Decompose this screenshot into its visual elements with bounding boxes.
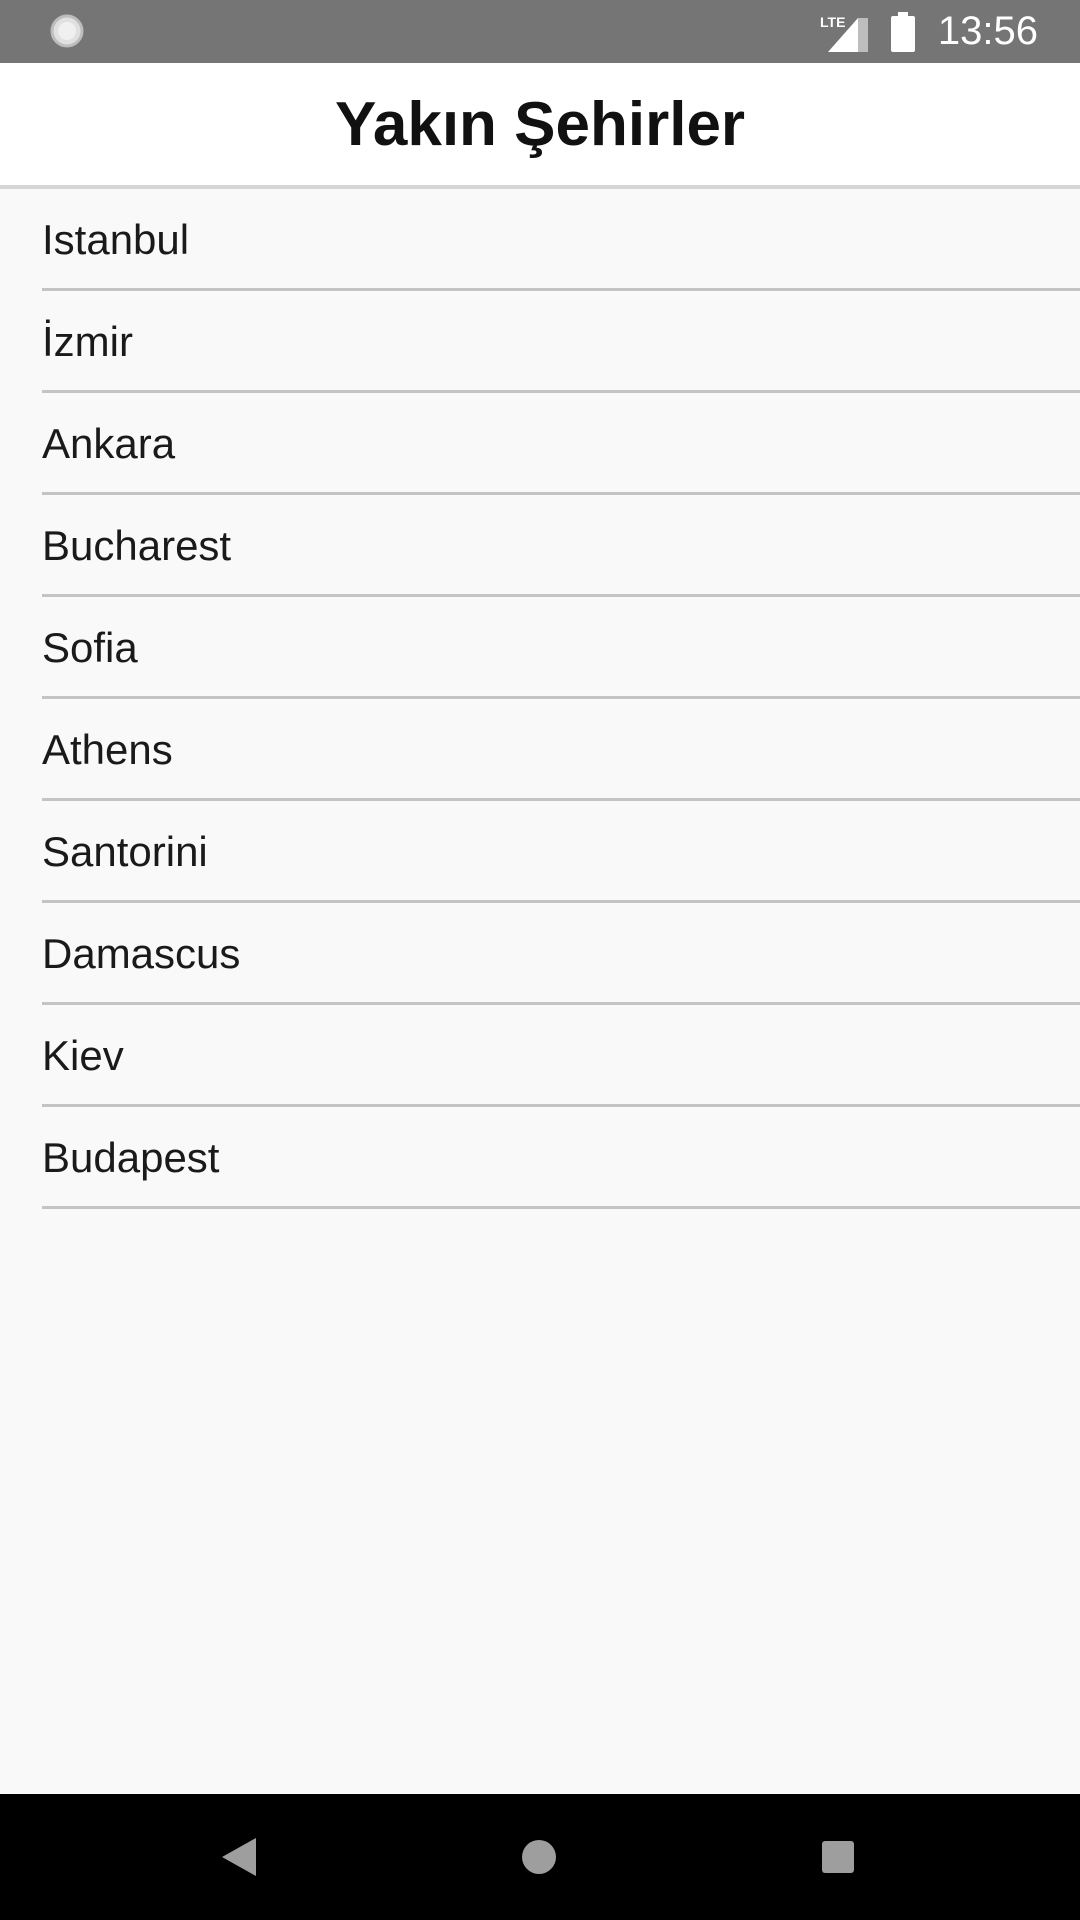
city-label: İzmir: [42, 317, 133, 365]
home-circle-icon[interactable]: [522, 1840, 556, 1874]
city-list: Istanbul İzmir Ankara Bucharest Sofia At…: [0, 189, 1080, 1209]
list-item-city[interactable]: Santorini: [42, 801, 1080, 903]
list-item-city[interactable]: Istanbul: [42, 189, 1080, 291]
loading-circle-icon: [50, 14, 84, 48]
list-item-city[interactable]: Kiev: [42, 1005, 1080, 1107]
screen: LTE 13:56 Yakın Şehirler Istanbul İzmir …: [0, 0, 1080, 1920]
list-item-city[interactable]: Ankara: [42, 393, 1080, 495]
city-label: Athens: [42, 725, 173, 773]
back-triangle-icon[interactable]: [222, 1838, 256, 1876]
city-label: Kiev: [42, 1031, 124, 1079]
status-time: 13:56: [937, 9, 1038, 53]
list-item-city[interactable]: Sofia: [42, 597, 1080, 699]
city-label: Santorini: [42, 827, 208, 875]
city-label: Ankara: [42, 419, 176, 467]
list-item-city[interactable]: Athens: [42, 699, 1080, 801]
city-label: Budapest: [42, 1133, 220, 1181]
recents-square-icon[interactable]: [822, 1841, 854, 1873]
list-item-city[interactable]: Budapest: [42, 1107, 1080, 1209]
city-label: Sofia: [42, 623, 138, 671]
list-item-city[interactable]: Bucharest: [42, 495, 1080, 597]
cellular-signal-icon: LTE: [820, 14, 868, 52]
network-type-label: LTE: [820, 14, 845, 30]
city-label: Damascus: [42, 929, 241, 977]
status-bar: LTE 13:56: [0, 0, 1080, 63]
battery-full-icon: [890, 11, 915, 52]
city-label: Istanbul: [42, 215, 190, 263]
list-item-city[interactable]: Damascus: [42, 903, 1080, 1005]
navigation-bar: [0, 1794, 1080, 1920]
city-label: Bucharest: [42, 521, 232, 569]
status-icons: LTE 13:56: [820, 0, 1080, 63]
app-bar: Yakın Şehirler: [0, 63, 1080, 189]
page-title: Yakın Şehirler: [334, 89, 746, 159]
list-item-city[interactable]: İzmir: [42, 291, 1080, 393]
